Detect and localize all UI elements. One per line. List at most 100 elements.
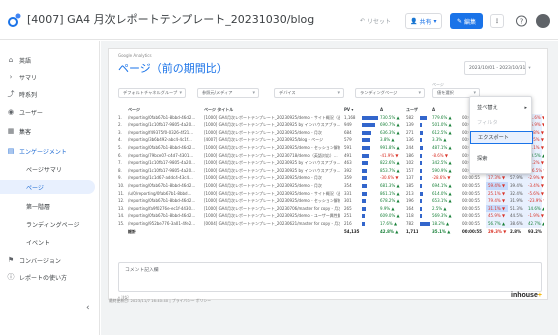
sidebar-item-page[interactable]: ページ: [0, 180, 95, 194]
table-cell: 244: [406, 144, 414, 150]
pv-bar: [362, 123, 375, 128]
menu-item-export[interactable]: エクスポート: [470, 131, 533, 144]
table-cell: 216: [344, 220, 352, 226]
sidebar-item-users[interactable]: ◉ ユーザー: [0, 105, 100, 119]
chevron-down-icon: ▾: [418, 90, 421, 96]
reset-button[interactable]: ↶ リセット: [360, 17, 391, 26]
share-button-label: 共有: [419, 18, 432, 26]
table-cell: -30.6% ▼: [380, 175, 399, 181]
table-cell: /reporting/1c10fb17-9805-4a20...: [128, 167, 195, 173]
sidebar-item-landing-page[interactable]: ランディングページ: [0, 217, 100, 231]
footer: 最終更新日: 2023/11/7 16:40:40 | プライバシー ポリシー: [109, 298, 211, 303]
table-cell: -1.9% ▼: [528, 213, 544, 219]
table-cell: 31.1% ▼: [488, 205, 506, 211]
brand-plus: +: [537, 292, 542, 299]
table-cell: 1.: [118, 114, 122, 120]
table-row[interactable]: 15./reporting/952be776-3a01-4fe2... [0004…: [118, 219, 544, 228]
table-cell: 1,711: [406, 228, 418, 234]
pv-bar: [362, 138, 370, 143]
filter-channel-group[interactable]: デフォルトチャネルグループ ▾: [118, 88, 186, 98]
sidebar-item-summary[interactable]: › サマリ: [0, 70, 100, 84]
sidebar-item-engagement[interactable]: ▤ エンゲージメント: [0, 144, 100, 158]
menu-item-filter[interactable]: フィルタ: [470, 116, 533, 129]
table-cell: /reporting/1c10fb17-9805-4a20...: [128, 160, 195, 166]
table-cell: 118: [406, 213, 414, 219]
table-cell: 25.1% ▼: [488, 190, 506, 196]
sidebar-item-label: ページ: [26, 184, 44, 192]
table-cell: 2.5% ▲: [432, 205, 447, 211]
more-options-button[interactable]: ⋮: [490, 14, 504, 28]
sidebar-item-timeseries[interactable]: ⤴ 時系列: [0, 87, 100, 101]
table-cell: 491: [344, 152, 352, 158]
table-cell: 136: [406, 137, 414, 143]
user-bar: [420, 214, 422, 219]
table-cell: 636.3% ▲: [380, 129, 400, 135]
date-range-picker[interactable]: 2023/10/01 - 2023/10/31 ▾: [464, 61, 531, 75]
avatar[interactable]: [536, 14, 550, 28]
table-cell: [1000] GA4月次レポートテンプレート_20230925/demo - セ…: [204, 144, 340, 150]
table-row[interactable]: 14./reporting/0fab67b1-8bbd-46d2... [1000…: [118, 212, 544, 220]
table-cell: [1000] GA4月次レポートテンプレート_20230925 by インハウス…: [204, 167, 340, 173]
pv-bar: [362, 161, 369, 166]
pv-bar: [362, 183, 367, 188]
table-cell: /reporting/f49375f0-0326-4f21...: [128, 129, 194, 135]
table-cell: 487.1% ▲: [432, 144, 452, 150]
table-cell: 609.0% ▲: [380, 213, 400, 219]
column-header[interactable]: PV ▾: [344, 107, 362, 112]
report-page: Google Analytics ページ（前の期間比） 2023/10/01 -…: [108, 48, 548, 300]
top-bar: [4007] GA4 月次レポートテンプレート_20231030/blog ↶ …: [0, 0, 558, 40]
table-cell: 271: [406, 129, 414, 135]
sidebar-item-events[interactable]: イベント: [0, 235, 100, 249]
table-cell: 35.1% ▲: [432, 228, 451, 234]
collapse-sidebar-icon[interactable]: ‹: [86, 303, 90, 313]
sidebar-item-page-summary[interactable]: ページサマリ: [0, 162, 100, 176]
table-cell: 10.: [118, 182, 125, 188]
edit-button[interactable]: ✎ 編集: [450, 13, 484, 29]
filter-source-medium[interactable]: 参照元/メディア ▾: [197, 88, 259, 98]
sidebar-item-english[interactable]: ⌂ 英語: [0, 53, 100, 67]
table-row[interactable]: 12./reporting/0fab67b1-8bbd-46d2... [1000…: [118, 197, 544, 205]
sidebar-item-howto[interactable]: ⓘ レポートの使い方: [0, 270, 100, 284]
user-bar: [420, 115, 428, 120]
table-row[interactable]: 11./u/0/reporting/0fab67b1-8bbd... [1000]…: [118, 189, 544, 198]
help-icon[interactable]: ?: [516, 15, 527, 27]
sidebar-item-label: 第一階層: [26, 203, 51, 211]
table-cell: -23.9% ▼: [528, 198, 544, 204]
menu-item-sort[interactable]: 並べ替え ▸: [470, 101, 533, 114]
sidebar-item-first-level[interactable]: 第一階層: [0, 199, 100, 213]
filter-landing-page[interactable]: ランディングページ ▾: [355, 88, 425, 98]
sidebar-item-label: ページサマリ: [26, 166, 62, 174]
report-title[interactable]: [4007] GA4 月次レポートテンプレート_20231030/blog: [27, 11, 314, 27]
table-row[interactable]: 13./reporting/fa9f0276e-ec1f-4430... [100…: [118, 204, 544, 213]
table-cell: 51.3%: [510, 205, 523, 211]
table-cell: 15.: [118, 220, 125, 226]
table-cell: 31.9%: [510, 198, 523, 204]
table-cell: 8.: [118, 167, 122, 173]
comment-box[interactable]: コメント記入欄: [118, 262, 542, 292]
column-header: ページ: [128, 107, 140, 112]
table-cell: /reporting/1c10fb17-9805-4a20...: [128, 122, 195, 128]
sidebar-item-conversions[interactable]: ⚑ コンバージョン: [0, 253, 100, 267]
table-cell: 18.2% ▲: [432, 220, 450, 226]
menu-item-explore[interactable]: 探索: [470, 152, 533, 165]
table-row[interactable]: 10./reporting/0fab67b1-8bbd-46d2... [1000…: [118, 181, 544, 190]
sidebar-item-acquisition[interactable]: ▦ 集客: [0, 124, 100, 138]
table-cell: 00:00:55: [462, 213, 480, 219]
table-total-row[interactable]: 総計 54,135 42.8% ▲ 1,711 35.1% ▲ 00:00:55 29.3%…: [118, 228, 542, 236]
filter-device[interactable]: デバイス ▾: [274, 88, 344, 98]
table-cell: 79.4% ▼: [488, 198, 506, 204]
pv-bar: [362, 153, 369, 158]
table-row[interactable]: 9. /reporting/1c1d67-addc4-43c4... [1000] …: [118, 174, 544, 182]
chevron-right-icon: ▸: [524, 104, 527, 111]
table-cell: 5.: [118, 144, 122, 150]
share-button[interactable]: 👤 共有 ▾: [405, 13, 442, 29]
table-cell: /u/0/reporting/0fab67b1-8bbd...: [128, 190, 192, 196]
table-cell: 32.4%: [510, 190, 523, 196]
table-cell: 2.8%: [510, 228, 522, 234]
table-cell: 7.: [118, 160, 122, 166]
table-cell: 00:00:55: [462, 175, 480, 181]
user-bar: [420, 161, 422, 166]
menu-item-label: フィルタ: [477, 120, 498, 126]
table-cell: 00:00:55: [462, 220, 480, 226]
pv-bar: [362, 191, 367, 196]
